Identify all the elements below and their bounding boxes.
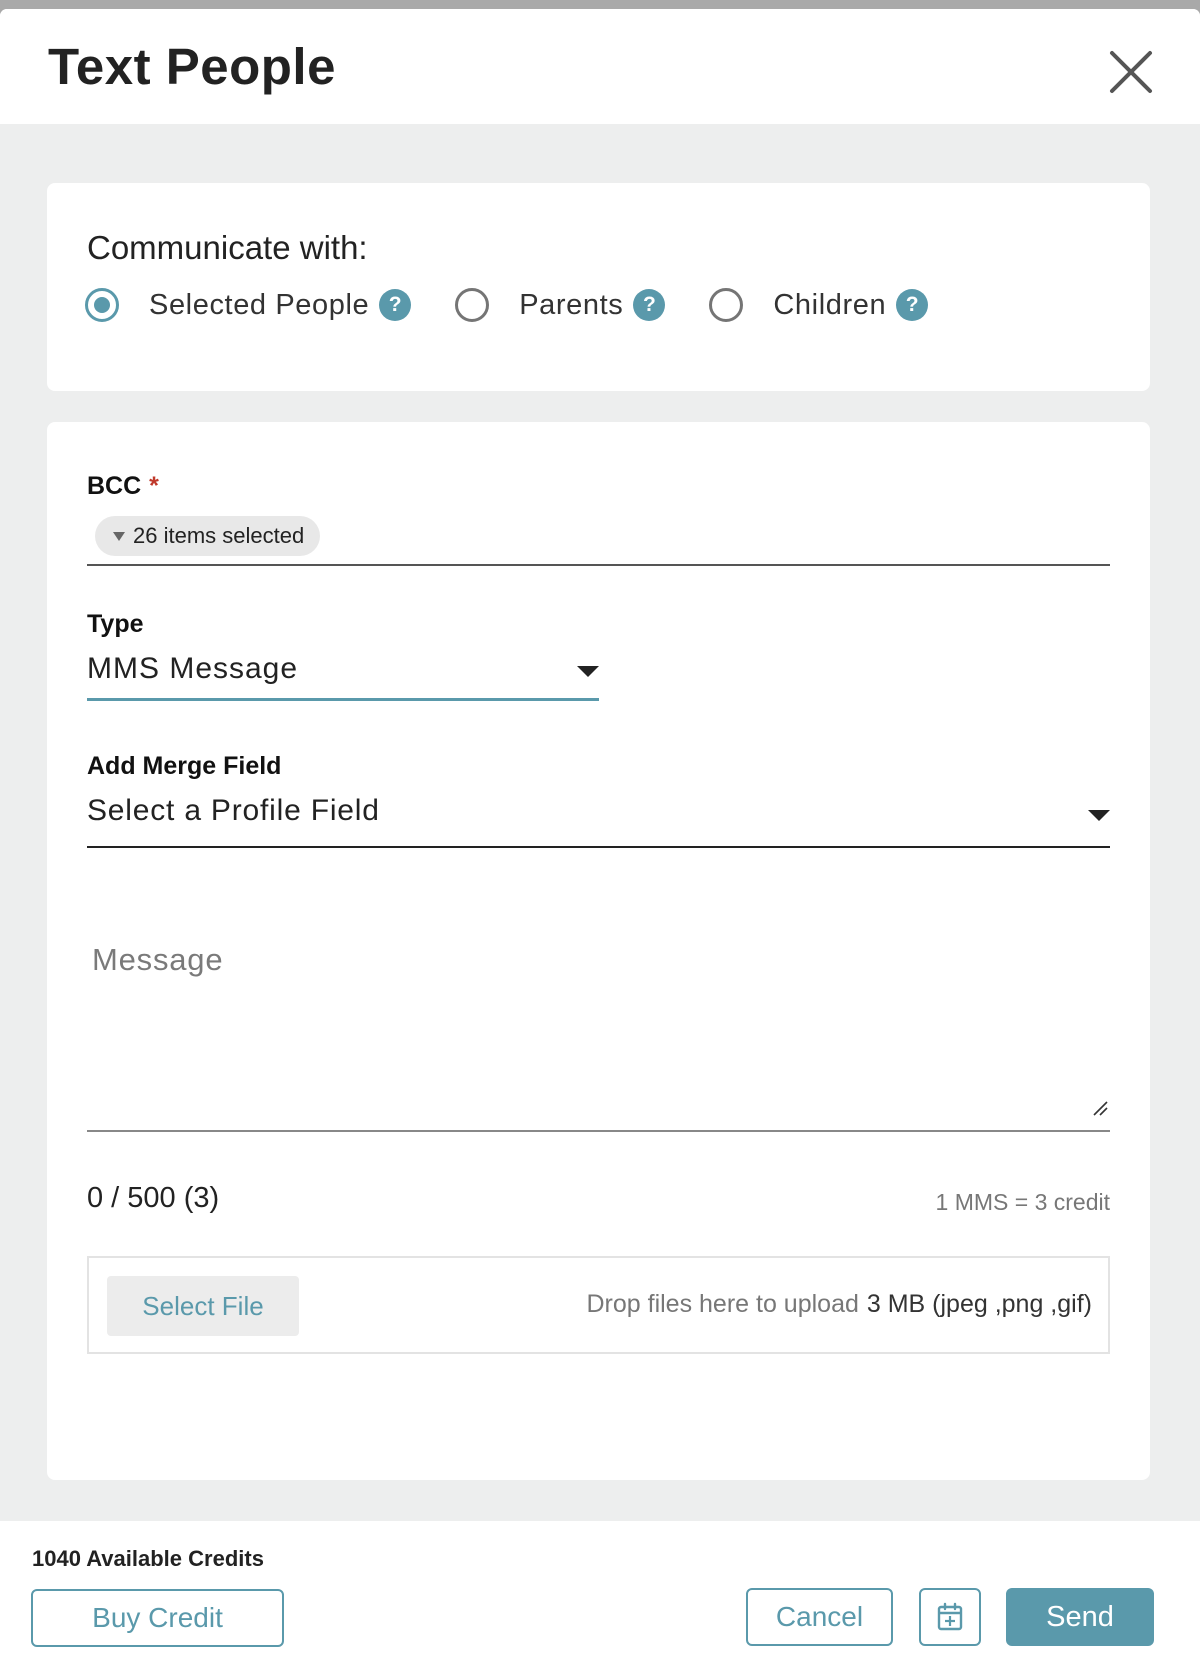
dialog-footer: 1040 Available Credits Buy Credit Cancel… (0, 1521, 1200, 1661)
radio-label: Parents (519, 288, 624, 321)
text-people-dialog: Text People Communicate with: Selected P… (0, 9, 1200, 1661)
radio-label: Selected People (149, 288, 370, 321)
communicate-radio-group: Selected People ? Parents ? Children ? (85, 283, 972, 327)
drop-instructions: Drop files here to upload (586, 1290, 859, 1318)
message-card: BCC * 26 items selected Type MMS Message … (47, 422, 1150, 1480)
character-counter: 0 / 500 (3) (87, 1182, 220, 1214)
radio-button[interactable] (85, 288, 119, 322)
caret-down-icon (113, 531, 125, 541)
backdrop: Text People Communicate with: Selected P… (0, 0, 1200, 1661)
send-button[interactable]: Send (1006, 1588, 1154, 1646)
caret-down-icon (577, 666, 599, 677)
radio-children[interactable]: Children ? (709, 288, 972, 322)
help-icon[interactable]: ? (896, 289, 929, 321)
buy-credit-button[interactable]: Buy Credit (31, 1589, 284, 1647)
caret-down-icon (1088, 810, 1110, 821)
dialog-body: Communicate with: Selected People ? Pare… (0, 124, 1200, 1521)
file-limit: 3 MB (jpeg ,png ,gif) (866, 1290, 1092, 1318)
close-icon (1110, 51, 1152, 93)
close-button[interactable] (1102, 43, 1160, 101)
credit-note: 1 MMS = 3 credit (935, 1189, 1110, 1215)
merge-field-label: Add Merge Field (87, 752, 282, 780)
cancel-button[interactable]: Cancel (746, 1588, 893, 1646)
select-file-button[interactable]: Select File (107, 1276, 299, 1336)
radio-selected-people[interactable]: Selected People ? (85, 288, 455, 322)
required-mark: * (149, 472, 159, 500)
merge-field-value: Select a Profile Field (87, 794, 380, 827)
available-credits: 1040 Available Credits (32, 1546, 264, 1571)
dialog-header: Text People (0, 9, 1200, 124)
merge-field-select[interactable]: Select a Profile Field (87, 794, 1110, 848)
resize-handle-icon[interactable] (1092, 1100, 1108, 1116)
type-label: Type (87, 610, 144, 638)
calendar-add-icon (937, 1602, 963, 1631)
chip-label: 26 items selected (133, 523, 305, 548)
communicate-label: Communicate with: (87, 229, 368, 266)
drop-text: Drop files here to upload 3 MB (jpeg ,png… (586, 1290, 1092, 1319)
help-icon[interactable]: ? (633, 289, 666, 321)
file-dropzone[interactable]: Select File Drop files here to upload 3 M… (87, 1256, 1110, 1354)
bcc-label: BCC * (87, 472, 159, 501)
radio-button[interactable] (709, 288, 744, 322)
message-area (87, 922, 1110, 1132)
dialog-title: Text People (48, 38, 336, 95)
schedule-button[interactable] (919, 1588, 981, 1646)
radio-label: Children (773, 288, 887, 321)
bcc-field[interactable]: 26 items selected (87, 512, 1110, 566)
help-icon[interactable]: ? (379, 289, 412, 321)
type-select[interactable]: MMS Message (87, 652, 599, 701)
message-input[interactable] (87, 922, 1110, 1130)
communicate-card: Communicate with: Selected People ? Pare… (47, 183, 1150, 391)
bcc-label-text: BCC (87, 472, 142, 500)
bcc-selection-chip[interactable]: 26 items selected (95, 516, 321, 556)
type-value: MMS Message (87, 652, 299, 685)
radio-button[interactable] (455, 288, 490, 322)
radio-parents[interactable]: Parents ? (455, 288, 709, 322)
